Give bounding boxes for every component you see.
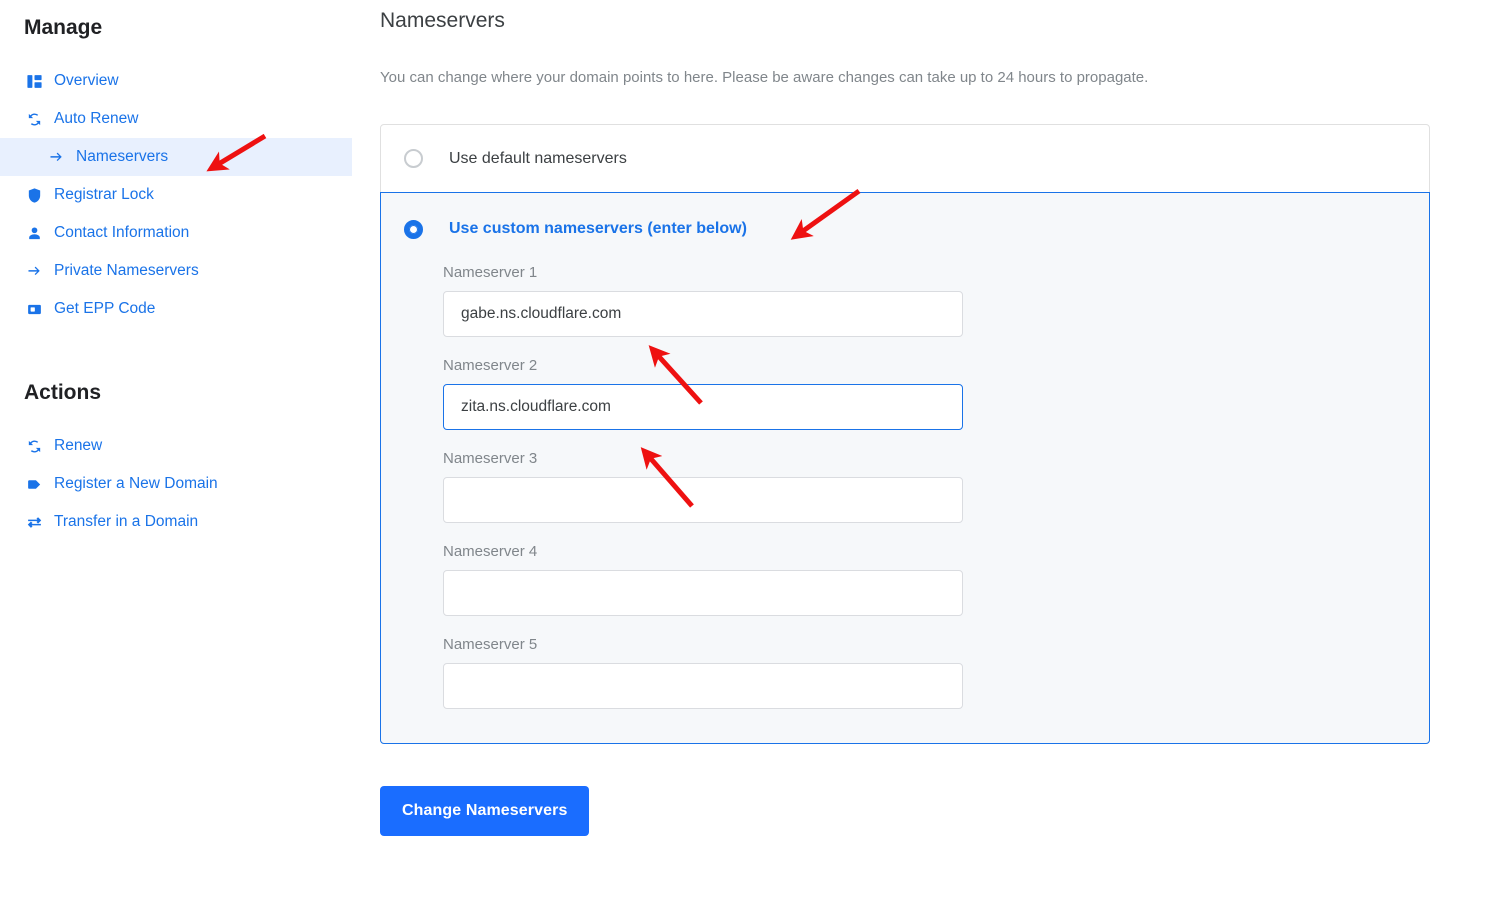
nameservers-page: Manage Overview Auto Renew Nameservers R… <box>0 0 1496 915</box>
tag-icon <box>24 474 44 494</box>
person-icon <box>24 223 44 243</box>
sidebar-item-label: Renew <box>54 437 103 455</box>
page-description: You can change where your domain points … <box>380 69 1149 86</box>
nameserver-4-group: Nameserver 4 <box>443 544 1429 616</box>
option-custom-nameservers[interactable]: Use custom nameservers (enter below) <box>381 193 1429 265</box>
sidebar-item-get-epp-code[interactable]: Get EPP Code <box>0 290 380 328</box>
sidebar-item-transfer-in-domain[interactable]: Transfer in a Domain <box>0 503 380 541</box>
sidebar-item-auto-renew[interactable]: Auto Renew <box>0 100 380 138</box>
sidebar-item-label: Contact Information <box>54 224 190 242</box>
sidebar-item-label: Register a New Domain <box>54 475 218 493</box>
arrow-forward-icon <box>24 261 44 281</box>
sidebar-item-contact-information[interactable]: Contact Information <box>0 214 380 252</box>
sidebar-item-label: Nameservers <box>76 148 169 166</box>
nameserver-2-group: Nameserver 2 <box>443 358 1429 430</box>
shield-icon <box>24 185 44 205</box>
sidebar-item-register-new-domain[interactable]: Register a New Domain <box>0 465 380 503</box>
radio-custom-nameservers[interactable] <box>404 219 423 239</box>
actions-heading: Actions <box>24 381 102 404</box>
sidebar: Manage Overview Auto Renew Nameservers R… <box>0 0 380 541</box>
sidebar-item-overview[interactable]: Overview <box>0 62 380 100</box>
sidebar-item-label: Transfer in a Domain <box>54 513 199 531</box>
submit-area: Change Nameservers <box>380 744 1496 836</box>
manage-heading: Manage <box>24 16 103 39</box>
nameserver-3-label: Nameserver 3 <box>443 450 538 467</box>
nameserver-3-input[interactable] <box>443 477 963 523</box>
nameserver-5-label: Nameserver 5 <box>443 636 538 653</box>
nameserver-1-input[interactable] <box>443 291 963 337</box>
nameserver-1-group: Nameserver 1 <box>443 265 1429 337</box>
nameserver-fields: Nameserver 1 Nameserver 2 Nameserver 3 N… <box>381 265 1429 709</box>
radio-default-nameservers[interactable] <box>404 149 423 168</box>
option-default-label: Use default nameservers <box>449 149 627 167</box>
refresh-icon <box>24 109 44 129</box>
sidebar-item-label: Get EPP Code <box>54 300 156 318</box>
nameserver-4-label: Nameserver 4 <box>443 543 538 560</box>
sidebar-item-label: Private Nameservers <box>54 262 199 280</box>
nameserver-options-card: Use default nameservers Use custom names… <box>380 124 1430 744</box>
sidebar-item-private-nameservers[interactable]: Private Nameservers <box>0 252 380 290</box>
manage-nav-list: Overview Auto Renew Nameservers Registra… <box>0 62 380 328</box>
nameserver-4-input[interactable] <box>443 570 963 616</box>
sidebar-item-nameservers[interactable]: Nameservers <box>0 138 352 176</box>
change-nameservers-button[interactable]: Change Nameservers <box>380 786 590 836</box>
main-content: Nameservers You can change where your do… <box>380 0 1496 836</box>
sidebar-item-label: Auto Renew <box>54 110 139 128</box>
nameserver-5-input[interactable] <box>443 663 963 709</box>
option-custom-label: Use custom nameservers (enter below) <box>449 220 747 237</box>
sidebar-item-label: Registrar Lock <box>54 186 154 204</box>
nameserver-3-group: Nameserver 3 <box>443 451 1429 523</box>
nameserver-2-label: Nameserver 2 <box>443 357 538 374</box>
refresh-icon <box>24 436 44 456</box>
sidebar-item-registrar-lock[interactable]: Registrar Lock <box>0 176 380 214</box>
card-icon <box>24 299 44 319</box>
nameserver-2-input[interactable] <box>443 384 963 430</box>
swap-icon <box>24 512 44 532</box>
nameserver-5-group: Nameserver 5 <box>443 637 1429 709</box>
actions-nav-list: Renew Register a New Domain Transfer in … <box>0 427 380 541</box>
sidebar-item-renew[interactable]: Renew <box>0 427 380 465</box>
option-default-nameservers[interactable]: Use default nameservers <box>381 125 1429 192</box>
page-title: Nameservers <box>380 9 505 32</box>
arrow-forward-icon <box>46 147 66 167</box>
nameserver-1-label: Nameserver 1 <box>443 264 538 281</box>
dashboard-icon <box>24 71 44 91</box>
custom-nameservers-block: Use custom nameservers (enter below) Nam… <box>380 192 1430 744</box>
sidebar-item-label: Overview <box>54 72 119 90</box>
